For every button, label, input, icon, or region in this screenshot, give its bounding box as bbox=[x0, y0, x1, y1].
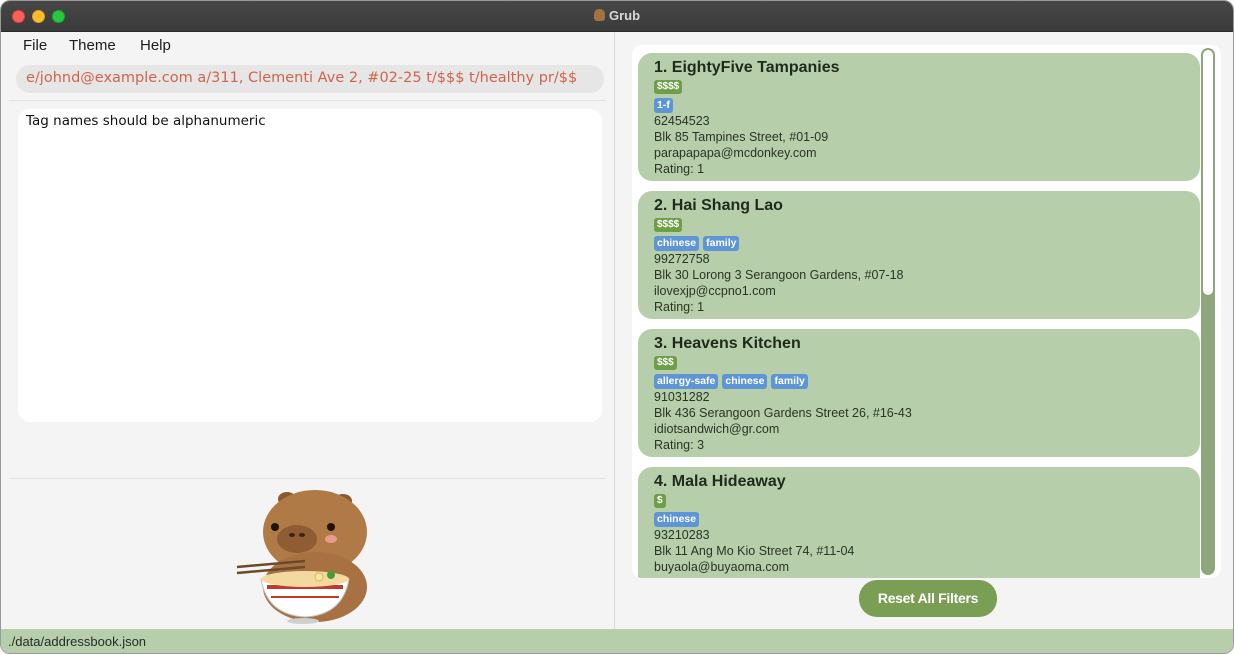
tag-list: chinese family bbox=[654, 236, 743, 251]
tag: 1-f bbox=[654, 98, 673, 113]
restaurant-phone: 91031282 bbox=[654, 390, 710, 404]
price-tag: $$$ bbox=[654, 356, 677, 370]
tag: family bbox=[703, 236, 740, 251]
restaurant-rating: Rating: 1 bbox=[654, 162, 705, 176]
menu-bar: File Theme Help bbox=[1, 32, 614, 60]
right-panel: 1. EightyFive Tampanies $$$$ 1-f 6245452… bbox=[615, 32, 1233, 629]
restaurant-card[interactable]: 2. Hai Shang Lao $$$$ chinese family 9927… bbox=[638, 191, 1200, 319]
restaurant-address: Blk 85 Tampines Street, #01-09 bbox=[654, 130, 829, 144]
window-title-wrap: Grub bbox=[1, 8, 1233, 23]
restaurant-address: Blk 436 Serangoon Gardens Street 26, #16… bbox=[654, 406, 912, 420]
restaurant-rating: Rating: 1 bbox=[654, 300, 705, 314]
restaurant-name: 4. Mala Hideaway bbox=[654, 473, 786, 490]
restaurant-rating: Rating: 3 bbox=[654, 438, 705, 452]
price-tag: $$$$ bbox=[654, 80, 683, 94]
scrollbar-thumb[interactable] bbox=[1203, 50, 1213, 295]
restaurant-phone: 93210283 bbox=[654, 528, 710, 542]
menu-theme[interactable]: Theme bbox=[69, 37, 116, 54]
restaurant-email: ilovexjp@ccpno1.com bbox=[654, 284, 776, 298]
result-message: Tag names should be alphanumeric bbox=[26, 113, 266, 129]
command-input-text: e/johnd@example.com a/311, Clementi Ave … bbox=[26, 70, 578, 86]
restaurant-name: 2. Hai Shang Lao bbox=[654, 197, 783, 214]
window-title: Grub bbox=[608, 8, 641, 23]
price-tag: $ bbox=[654, 494, 666, 508]
tag-list: 1-f bbox=[654, 98, 677, 113]
restaurant-address: Blk 11 Ang Mo Kio Street 74, #11-04 bbox=[654, 544, 855, 558]
tag: chinese bbox=[654, 512, 700, 527]
data-file-path: ./data/addressbook.json bbox=[8, 634, 147, 649]
tag: chinese bbox=[722, 374, 768, 389]
reset-filters-button[interactable]: Reset All Filters bbox=[859, 580, 997, 617]
restaurant-list[interactable]: 1. EightyFive Tampanies $$$$ 1-f 6245452… bbox=[632, 45, 1221, 578]
restaurant-name: 3. Heavens Kitchen bbox=[654, 335, 801, 352]
restaurant-card[interactable]: 1. EightyFive Tampanies $$$$ 1-f 6245452… bbox=[638, 53, 1200, 181]
divider bbox=[9, 100, 606, 101]
restaurant-name: 1. EightyFive Tampanies bbox=[654, 59, 840, 76]
price-tag: $$$$ bbox=[654, 218, 683, 232]
restaurant-address: Blk 30 Lorong 3 Serangoon Gardens, #07-1… bbox=[654, 268, 904, 282]
restaurant-card[interactable]: 4. Mala Hideaway $ chinese 93210283 Blk … bbox=[638, 467, 1200, 578]
tag: chinese bbox=[654, 236, 700, 251]
restaurant-card[interactable]: 3. Heavens Kitchen $$$ allergy-safe chine… bbox=[638, 329, 1200, 457]
left-panel: File Theme Help e/johnd@example.com a/31… bbox=[1, 32, 614, 629]
title-bar: Grub bbox=[1, 1, 1233, 32]
app-logo-icon bbox=[593, 9, 605, 21]
tag: family bbox=[771, 374, 808, 389]
restaurant-email: idiotsandwich@gr.com bbox=[654, 422, 780, 436]
restaurant-email: buyaola@buyaoma.com bbox=[654, 560, 789, 574]
scrollbar[interactable] bbox=[1201, 48, 1215, 575]
result-display[interactable]: Tag names should be alphanumeric bbox=[18, 109, 602, 422]
command-input[interactable]: e/johnd@example.com a/311, Clementi Ave … bbox=[16, 65, 604, 93]
divider bbox=[9, 478, 606, 479]
tag-list: allergy-safe chinese family bbox=[654, 374, 812, 389]
restaurant-email: parapapapa@mcdonkey.com bbox=[654, 146, 817, 160]
status-bar: ./data/addressbook.json bbox=[1, 629, 1233, 653]
tag: allergy-safe bbox=[654, 374, 719, 389]
tag-list: chinese bbox=[654, 512, 703, 527]
restaurant-phone: 62454523 bbox=[654, 114, 710, 128]
app-window: Grub File Theme Help e/johnd@example.com… bbox=[0, 0, 1234, 654]
menu-help[interactable]: Help bbox=[140, 37, 171, 54]
menu-file[interactable]: File bbox=[23, 37, 47, 54]
restaurant-phone: 99272758 bbox=[654, 252, 710, 266]
capybara-mascot-image bbox=[236, 490, 367, 624]
